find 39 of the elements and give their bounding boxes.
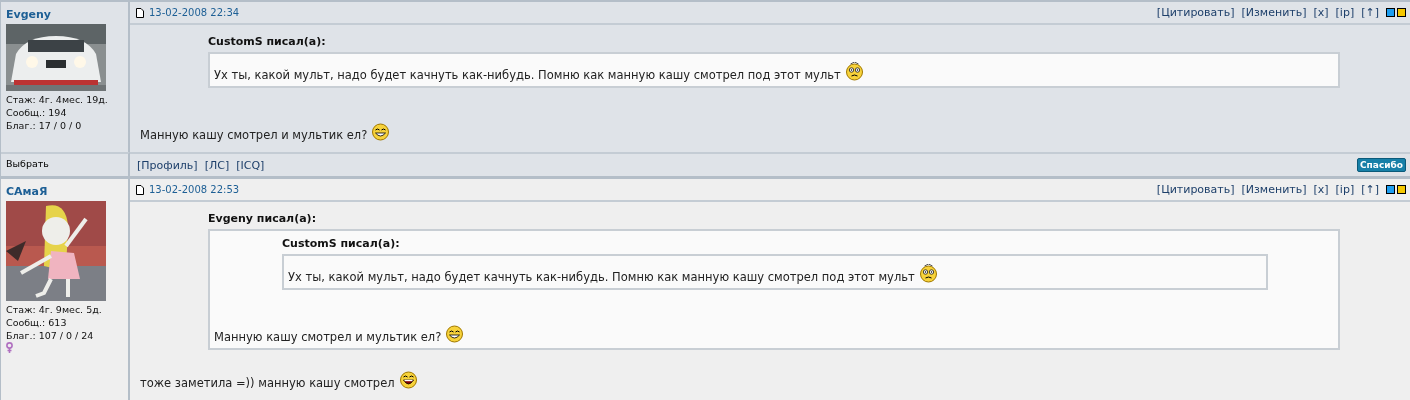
message-text: Ух ты, какой мульт, надо будет качнуть как-нибудь. Помню как манную кашу смотрел под этот мульт <box>214 54 1338 82</box>
post-action-link[interactable]: [Цитировать] <box>1156 183 1235 196</box>
post-action-link[interactable]: [x] <box>1313 6 1329 19</box>
author-name[interactable]: САмаЯ <box>6 185 123 198</box>
square-icon[interactable] <box>1386 185 1395 194</box>
author-name[interactable]: Evgeny <box>6 8 123 21</box>
author-stat: Стаж: 4г. 9мес. 5д. <box>6 303 103 316</box>
author-stat: Сообщ.: 194 <box>6 106 68 119</box>
document-icon <box>136 184 144 195</box>
thanks-button[interactable]: Спасибо <box>1357 158 1406 172</box>
square-icon[interactable] <box>1397 185 1406 194</box>
post-action-link[interactable]: [↑] <box>1361 6 1379 19</box>
author-stat: Благ.: 17 / 0 / 0 <box>6 119 83 132</box>
author-stat: Стаж: 4г. 4мес. 19д. <box>6 93 109 106</box>
post-date: 13-02-2008 22:34 <box>149 7 240 18</box>
profile-link[interactable]: [ЛС] <box>204 158 230 172</box>
profile-link[interactable]: [Профиль] <box>137 158 198 172</box>
square-icon[interactable] <box>1397 8 1406 17</box>
message-text: тоже заметила =)) манную кашу смотрел <box>140 362 1410 390</box>
post-action-link[interactable]: [ip] <box>1335 183 1355 196</box>
profile-link[interactable]: [ICQ] <box>236 158 265 172</box>
quote-author: Evgeny писал(а): <box>208 211 318 227</box>
message-text: Ух ты, какой мульт, надо будет качнуть как-нибудь. Помню как манную кашу смотрел под этот мульт <box>288 256 1266 284</box>
quote-author: CustomS писал(а): <box>208 34 327 50</box>
author-stat: Благ.: 107 / 0 / 24 <box>6 329 95 342</box>
post-date: 13-02-2008 22:53 <box>149 184 240 195</box>
post-action-link[interactable]: [Изменить] <box>1241 183 1307 196</box>
post-action-link[interactable]: [Изменить] <box>1241 6 1307 19</box>
square-icon[interactable] <box>1386 8 1395 17</box>
post-action-link[interactable]: [x] <box>1313 183 1329 196</box>
document-icon <box>136 7 144 18</box>
message-text: Манную кашу смотрел и мультик ел? <box>214 316 1338 344</box>
post-action-link[interactable]: [ip] <box>1335 6 1355 19</box>
select-label[interactable]: Выбрать <box>6 158 49 169</box>
post-action-link[interactable]: [Цитировать] <box>1156 6 1235 19</box>
author-stat: Сообщ.: 613 <box>6 316 68 329</box>
message-text: Манную кашу смотрел и мультик ел? <box>140 114 1410 142</box>
post-action-link[interactable]: [↑] <box>1361 183 1379 196</box>
quote-author: CustomS писал(а): <box>282 236 401 252</box>
